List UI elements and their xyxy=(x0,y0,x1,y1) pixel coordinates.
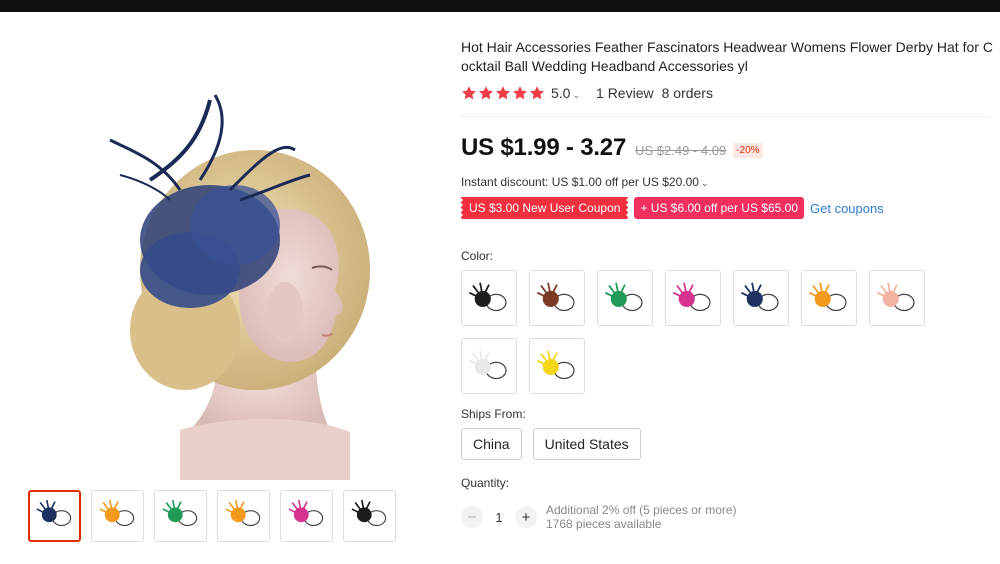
color-option-pink[interactable] xyxy=(869,270,925,326)
fascinator-icon xyxy=(672,282,711,312)
fascinator-icon xyxy=(740,282,779,312)
price-row: US $1.99 - 3.27 US $2.49 - 4.09 -20% xyxy=(461,134,996,162)
fascinator-icon xyxy=(876,282,915,312)
color-option-orange[interactable] xyxy=(801,270,857,326)
star-icon xyxy=(496,86,510,100)
color-option-white[interactable] xyxy=(461,338,517,394)
fascinator-icon xyxy=(808,282,847,312)
discount-badge: -20% xyxy=(733,143,763,158)
coupons-row: US $3.00 New User Coupon + US $6.00 off … xyxy=(461,197,996,219)
reviews-link[interactable]: 1 Review xyxy=(596,85,654,101)
ships-from-options: China United States xyxy=(461,428,996,460)
color-option-rose[interactable] xyxy=(665,270,721,326)
bulk-discount-note: Additional 2% off (5 pieces or more) xyxy=(546,503,737,517)
fascinator-icon xyxy=(468,350,507,380)
divider xyxy=(461,116,991,117)
color-label: Color: xyxy=(461,249,494,263)
chevron-down-icon: ⌄ xyxy=(572,90,581,100)
thumb-swatch-icon xyxy=(284,491,330,541)
color-option-brown[interactable] xyxy=(529,270,585,326)
quantity-note: Additional 2% off (5 pieces or more) 176… xyxy=(546,503,737,531)
rating-value[interactable]: 5.0 ⌄ xyxy=(551,85,580,101)
thumbnail-strip xyxy=(28,490,396,542)
ship-option-united-states[interactable]: United States xyxy=(532,428,641,460)
thumb-swatch-icon xyxy=(347,491,393,541)
product-title: Hot Hair Accessories Feather Fascinators… xyxy=(461,39,993,74)
rating-row: 5.0 ⌄ 1 Review 8 orders xyxy=(461,85,996,101)
thumb-swatch-icon xyxy=(32,492,78,540)
color-swatches xyxy=(461,270,941,394)
thumb-swatch-icon xyxy=(95,491,141,541)
plus-icon: + xyxy=(640,201,648,215)
thumb-swatch-icon xyxy=(158,491,204,541)
star-icon xyxy=(462,86,476,100)
thumbnail-5[interactable] xyxy=(280,490,333,542)
pieces-available: 1768 pieces available xyxy=(546,517,662,531)
thumbnail-4[interactable] xyxy=(217,490,270,542)
color-option-navy[interactable] xyxy=(733,270,789,326)
color-option-green[interactable] xyxy=(597,270,653,326)
original-price: US $2.49 - 4.09 xyxy=(635,143,727,158)
instant-discount[interactable]: Instant discount: US $1.00 off per US $2… xyxy=(461,175,996,189)
star-icon xyxy=(479,86,493,100)
chevron-down-icon: ⌄ xyxy=(700,178,709,188)
color-option-yellow[interactable] xyxy=(529,338,585,394)
new-user-coupon[interactable]: US $3.00 New User Coupon xyxy=(461,197,629,219)
fascinator-icon xyxy=(604,282,643,312)
fascinator-icon xyxy=(536,282,575,312)
product-info: Hot Hair Accessories Feather Fascinators… xyxy=(461,38,996,531)
ships-from-label: Ships From: xyxy=(461,407,526,421)
thumbnail-6[interactable] xyxy=(343,490,396,542)
color-option-black[interactable] xyxy=(461,270,517,326)
get-coupons-link[interactable]: Get coupons xyxy=(810,201,884,216)
thumbnail-1[interactable] xyxy=(28,490,81,542)
ship-option-china[interactable]: China xyxy=(461,428,522,460)
increase-quantity-button[interactable]: + xyxy=(515,506,537,528)
thumb-swatch-icon xyxy=(221,491,267,541)
decrease-quantity-button[interactable]: − xyxy=(461,506,483,528)
store-coupon[interactable]: + US $6.00 off per US $65.00 xyxy=(634,197,804,219)
fascinator-icon xyxy=(468,282,507,312)
star-icon xyxy=(530,86,544,100)
quantity-label: Quantity: xyxy=(461,476,510,490)
thumbnail-2[interactable] xyxy=(91,490,144,542)
quantity-input[interactable]: 1 xyxy=(483,510,515,525)
star-rating xyxy=(461,85,545,101)
quantity-stepper: − 1 + Additional 2% off (5 pieces or mor… xyxy=(461,503,996,531)
fascinator-icon xyxy=(536,350,575,380)
current-price: US $1.99 - 3.27 xyxy=(461,134,627,161)
main-product-image[interactable] xyxy=(30,40,440,480)
orders-count: 8 orders xyxy=(661,85,713,101)
thumbnail-3[interactable] xyxy=(154,490,207,542)
star-icon xyxy=(513,86,527,100)
top-bar xyxy=(0,0,1000,12)
